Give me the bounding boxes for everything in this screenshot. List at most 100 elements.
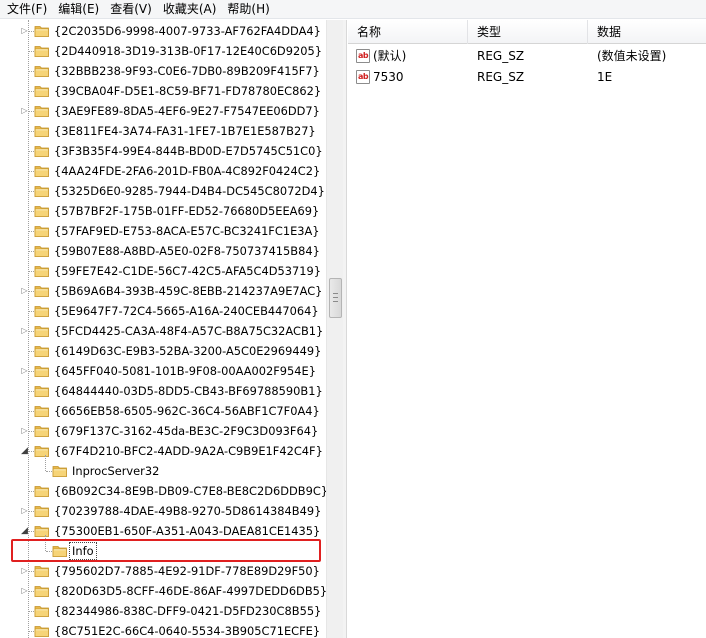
expand-arrow-icon[interactable]: ▷ (20, 565, 29, 577)
folder-icon (34, 64, 50, 78)
tree-node-label: Info (69, 542, 97, 560)
tree-node[interactable]: {3F3B35F4-99E4-844B-BD0D-E7D5745C51C0} (0, 141, 326, 161)
tree-node[interactable]: {2D440918-3D19-313B-0F17-12E40C6D9205} (0, 41, 326, 61)
tree-node-label: {2C2035D6-9998-4007-9733-AF762FA4DDA4} (54, 24, 321, 38)
folder-icon (34, 244, 50, 258)
tree-node-label: {795602D7-7885-4E92-91DF-778E89D29F50} (54, 564, 320, 578)
tree-node-label: {39CBA04F-D5E1-8C59-BF71-FD78780EC862} (54, 84, 322, 98)
menu-file[interactable]: 文件(F) (0, 0, 51, 19)
pane-splitter[interactable] (343, 20, 347, 638)
tree-node[interactable]: ▷ {5B69A6B4-393B-459C-8EBB-214237A9E7AC} (0, 281, 326, 301)
tree-node[interactable]: {59FE7E42-C1DE-56C7-42C5-AFA5C4D53719} (0, 261, 326, 281)
tree-node[interactable]: {6B092C34-8E9B-DB09-C7E8-BE8C2D6DDB9C} (0, 481, 326, 501)
folder-icon (34, 624, 50, 638)
folder-icon (34, 564, 50, 578)
column-header-type[interactable]: 类型 (468, 20, 588, 44)
tree-node[interactable]: {82344986-838C-DFF9-0421-D5FD230C8B55} (0, 601, 326, 621)
tree-node[interactable]: ◢ {75300EB1-650F-A351-A043-DAEA81CE1435} (0, 521, 326, 541)
menu-bar: 文件(F) 编辑(E) 查看(V) 收藏夹(A) 帮助(H) (0, 0, 706, 19)
tree-node-label: {6656EB58-6505-962C-36C4-56ABF1C7F0A4} (54, 404, 320, 418)
tree-node[interactable]: ▷ {820D63D5-8CFF-46DE-86AF-4997DEDD6DB5} (0, 581, 326, 601)
tree-node[interactable]: ▷ {645FF040-5081-101B-9F08-00AA002F954E} (0, 361, 326, 381)
value-row[interactable]: ab 7530 REG_SZ 1E (348, 67, 706, 87)
folder-icon (34, 284, 50, 298)
tree-node[interactable]: {8C751E2C-66C4-0640-5534-3B905C71ECFE} (0, 621, 326, 638)
expand-arrow-icon[interactable]: ▷ (20, 25, 29, 37)
tree-node-label: {6B092C34-8E9B-DB09-C7E8-BE8C2D6DDB9C} (54, 484, 326, 498)
list-header: 名称 类型 数据 (348, 20, 706, 44)
expand-arrow-icon[interactable]: ▷ (20, 325, 29, 337)
tree-node[interactable]: {5325D6E0-9285-7944-D4B4-DC545C8072D4} (0, 181, 326, 201)
registry-values-list: 名称 类型 数据 ab (默认) REG_SZ (数值未设置) ab 7530 … (348, 20, 706, 638)
menu-view[interactable]: 查看(V) (103, 0, 156, 19)
tree-node-label: {67F4D210-BFC2-4ADD-9A2A-C9B9E1F42C4F} (54, 444, 323, 458)
folder-icon (34, 144, 50, 158)
scrollbar-thumb[interactable] (329, 278, 342, 318)
folder-icon (34, 364, 50, 378)
folder-icon (34, 504, 50, 518)
tree-child-node[interactable]: Info (0, 535, 326, 561)
value-data: 1E (597, 70, 613, 84)
tree-node-label: {820D63D5-8CFF-46DE-86AF-4997DEDD6DB5} (54, 584, 326, 598)
tree-node-label: {3E811FE4-3A74-FA31-1FE7-1B7E1E587B27} (54, 124, 316, 138)
tree-node-label: {5B69A6B4-393B-459C-8EBB-214237A9E7AC} (54, 284, 323, 298)
tree-node[interactable]: ▷ {2C2035D6-9998-4007-9733-AF762FA4DDA4} (0, 21, 326, 41)
tree-node-label: {82344986-838C-DFF9-0421-D5FD230C8B55} (54, 604, 322, 618)
tree-vertical-scrollbar[interactable] (326, 20, 343, 638)
expand-arrow-icon[interactable]: ▷ (20, 105, 29, 117)
value-name: 7530 (373, 70, 404, 84)
tree-node-label: {57FAF9ED-E753-8ACA-E57C-BC3241FC1E3A} (54, 224, 320, 238)
tree-node-label: {70239788-4DAE-49B8-9270-5D8614384B49} (54, 504, 322, 518)
expand-arrow-icon[interactable]: ▷ (20, 505, 29, 517)
tree-node-label: {32BBB238-9F93-C0E6-7DB0-89B209F415F7} (54, 64, 320, 78)
tree-node-label: {5E9647F7-72C4-5665-A16A-240CEB447064} (54, 304, 319, 318)
folder-icon (34, 84, 50, 98)
tree-node[interactable]: ▷ {795602D7-7885-4E92-91DF-778E89D29F50} (0, 561, 326, 581)
tree-node-label: {2D440918-3D19-313B-0F17-12E40C6D9205} (54, 44, 322, 58)
folder-icon (34, 424, 50, 438)
tree-node[interactable]: {6149D63C-E9B3-52BA-3200-A5C0E2969449} (0, 341, 326, 361)
folder-icon (52, 544, 68, 558)
tree-node[interactable]: {57B7BF2F-175B-01FF-ED52-76680D5EEA69} (0, 201, 326, 221)
tree-node-label: {59B07E88-A8BD-A5E0-02F8-750737415B84} (54, 244, 320, 258)
tree-node[interactable]: ▷ {3AE9FE89-8DA5-4EF6-9E27-F7547EE06DD7} (0, 101, 326, 121)
tree-node[interactable]: {32BBB238-9F93-C0E6-7DB0-89B209F415F7} (0, 61, 326, 81)
expand-arrow-icon[interactable]: ▷ (20, 365, 29, 377)
folder-icon (34, 604, 50, 618)
tree-child-node[interactable]: InprocServer32 (0, 455, 326, 481)
expand-arrow-icon[interactable]: ▷ (20, 285, 29, 297)
folder-icon (34, 104, 50, 118)
tree-node[interactable]: ▷ {70239788-4DAE-49B8-9270-5D8614384B49} (0, 501, 326, 521)
expand-arrow-icon[interactable]: ▷ (20, 585, 29, 597)
column-header-data[interactable]: 数据 (588, 20, 706, 44)
tree-node[interactable]: {57FAF9ED-E753-8ACA-E57C-BC3241FC1E3A} (0, 221, 326, 241)
expand-arrow-icon[interactable]: ▷ (20, 425, 29, 437)
tree-node[interactable]: {4AA24FDE-2FA6-201D-FB0A-4C892F0424C2} (0, 161, 326, 181)
column-header-name[interactable]: 名称 (348, 20, 468, 44)
collapse-arrow-icon[interactable]: ◢ (20, 445, 29, 457)
value-row[interactable]: ab (默认) REG_SZ (数值未设置) (348, 46, 706, 66)
tree-guide-line (45, 455, 46, 471)
tree-node[interactable]: {39CBA04F-D5E1-8C59-BF71-FD78780EC862} (0, 81, 326, 101)
value-type: REG_SZ (477, 49, 525, 63)
folder-icon (34, 524, 50, 538)
tree-node[interactable]: ◢ {67F4D210-BFC2-4ADD-9A2A-C9B9E1F42C4F} (0, 441, 326, 461)
folder-icon (34, 184, 50, 198)
collapse-arrow-icon[interactable]: ◢ (20, 525, 29, 537)
folder-icon (34, 264, 50, 278)
tree-node-label: InprocServer32 (72, 464, 160, 478)
value-type: REG_SZ (477, 70, 525, 84)
tree-node[interactable]: {3E811FE4-3A74-FA31-1FE7-1B7E1E587B27} (0, 121, 326, 141)
tree-node[interactable]: {5E9647F7-72C4-5665-A16A-240CEB447064} (0, 301, 326, 321)
folder-icon (34, 304, 50, 318)
tree-node[interactable]: ▷ {679F137C-3162-45da-BE3C-2F9C3D093F64} (0, 421, 326, 441)
tree-node[interactable]: {59B07E88-A8BD-A5E0-02F8-750737415B84} (0, 241, 326, 261)
menu-favorites[interactable]: 收藏夹(A) (156, 0, 221, 19)
menu-edit[interactable]: 编辑(E) (51, 0, 103, 19)
tree-node[interactable]: {6656EB58-6505-962C-36C4-56ABF1C7F0A4} (0, 401, 326, 421)
tree-node-label: {645FF040-5081-101B-9F08-00AA002F954E} (54, 364, 316, 378)
tree-node[interactable]: ▷ {5FCD4425-CA3A-48F4-A57C-B8A75C32ACB1} (0, 321, 326, 341)
menu-help[interactable]: 帮助(H) (220, 0, 273, 19)
tree-node-label: {59FE7E42-C1DE-56C7-42C5-AFA5C4D53719} (54, 264, 321, 278)
tree-node[interactable]: {64844440-03D5-8DD5-CB43-BF69788590B1} (0, 381, 326, 401)
